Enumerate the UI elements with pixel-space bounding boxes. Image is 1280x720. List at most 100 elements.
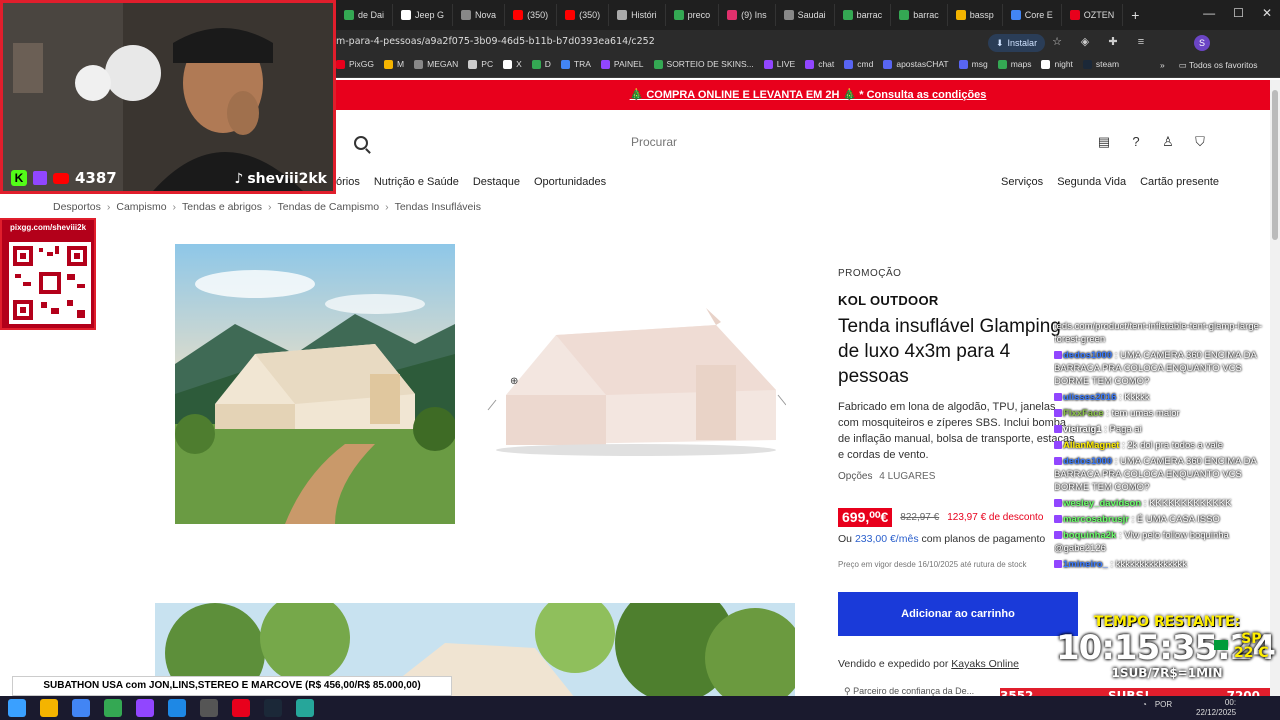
maximize-icon[interactable]: ☐ [1233, 6, 1244, 20]
browser-tab[interactable]: Saudai [776, 4, 835, 26]
tab-favicon-icon [955, 10, 966, 20]
nav-item[interactable]: Oportunidades [534, 176, 606, 188]
puzzle-icon[interactable]: ✚ [1106, 35, 1120, 49]
windows-start-icon[interactable] [8, 699, 26, 717]
close-icon[interactable]: ✕ [1262, 6, 1272, 20]
browser-tab[interactable]: OZTEN [1062, 4, 1124, 26]
product-image-secondary[interactable]: ⊕ [486, 300, 787, 460]
search-input[interactable] [380, 128, 928, 156]
bookmark-item[interactable]: msg [958, 59, 988, 69]
bookmark-label: PixGG [349, 59, 375, 69]
app-icon[interactable] [200, 699, 218, 717]
app-icon-2[interactable] [296, 699, 314, 717]
old-price: 822,97 € [900, 512, 940, 523]
language-indicator[interactable]: POR [1155, 700, 1172, 709]
browser-tab[interactable]: Históri [609, 4, 666, 26]
chat-message: dedos1000 : UMA CAMERA 360 ENCIMA DA BAR… [1054, 455, 1270, 494]
star-icon[interactable]: ☆ [1050, 35, 1064, 49]
new-tab-button[interactable]: + [1123, 7, 1147, 23]
profile-avatar[interactable]: S [1194, 35, 1210, 51]
system-clock[interactable]: 00: 22/12/2025 [1196, 698, 1236, 718]
add-to-cart-button[interactable]: Adicionar ao carrinho [838, 592, 1078, 636]
bookmark-item[interactable]: PixGG [336, 59, 374, 69]
nav-item[interactable]: Segunda Vida [1057, 176, 1126, 188]
breadcrumb-link[interactable]: Tendas de Campismo [278, 201, 380, 213]
page-scrollbar[interactable] [1270, 80, 1280, 700]
product-options[interactable]: Opções 4 LUGARES [838, 471, 1078, 482]
taskbar-apps [8, 699, 314, 717]
store-locator-icon[interactable]: ▤ [1096, 134, 1112, 150]
obs-icon[interactable] [136, 699, 154, 717]
bookmark-item[interactable]: chat [805, 59, 834, 69]
extension-icon[interactable]: ◈ [1078, 35, 1092, 49]
bookmark-item[interactable]: apostasCHAT [883, 59, 949, 69]
browser-tab[interactable]: (9) Ins [719, 4, 776, 26]
breadcrumb-link[interactable]: Tendas e abrigos [182, 201, 262, 213]
chrome-icon[interactable] [104, 699, 122, 717]
chat-message: ulisses2016 : Kkkkk [1054, 391, 1270, 404]
bookmark-item[interactable]: night [1041, 59, 1073, 69]
store-icon[interactable] [72, 699, 90, 717]
bookmark-item[interactable]: TRA [560, 59, 591, 69]
breadcrumb-link[interactable]: Campismo [116, 201, 166, 213]
minimize-icon[interactable]: — [1203, 6, 1215, 20]
bookmark-item[interactable]: SORTEIO DE SKINS... [653, 59, 754, 69]
steam-icon[interactable] [264, 699, 282, 717]
account-icon[interactable]: ♙ [1160, 134, 1176, 150]
promo-banner[interactable]: 🎄 COMPRA ONLINE E LEVANTA EM 2H 🎄 * Cons… [336, 80, 1280, 110]
scrollbar-thumb[interactable] [1272, 90, 1278, 240]
bookmark-item[interactable]: MEGAN [414, 59, 458, 69]
reading-list-icon[interactable]: ≡ [1134, 35, 1148, 49]
seller-link[interactable]: Kayaks Online [951, 658, 1019, 670]
cart-icon[interactable]: ⛉ [1192, 134, 1208, 150]
browser-tab[interactable]: Jeep G [393, 4, 454, 26]
bookmark-item[interactable]: PC [468, 59, 493, 69]
twitch-icon [33, 171, 47, 185]
install-button[interactable]: ⬇ Instalar [988, 34, 1046, 52]
tab-title: Jeep G [415, 10, 445, 20]
bookmark-item[interactable]: LIVE [763, 59, 795, 69]
bookmark-item[interactable]: M [384, 59, 404, 69]
bookmarks-more-button[interactable]: » [1160, 60, 1165, 71]
bookmark-favicon-icon [503, 59, 513, 69]
nav-item[interactable]: Cartão presente [1140, 176, 1219, 188]
recorder-icon[interactable] [232, 699, 250, 717]
browser-tab[interactable]: (350) [557, 4, 610, 26]
url-field[interactable]: m-para-4-pessoas/a9a2f075-3b09-46d5-b11b… [336, 36, 655, 47]
chat-username: dedos1000 [1063, 456, 1113, 467]
browser-tab[interactable]: Nova [453, 4, 506, 26]
bookmark-item[interactable]: cmd [844, 59, 873, 69]
browser-tab[interactable]: barrac [891, 4, 948, 26]
help-icon[interactable]: ? [1128, 134, 1144, 150]
browser-tab[interactable]: bassp [948, 4, 1003, 26]
tab-favicon-icon [461, 10, 472, 20]
kick-icon: K [11, 170, 27, 186]
bookmark-item[interactable]: steam [1082, 59, 1119, 69]
nav-item[interactable]: Nutrição e Saúde [374, 176, 459, 188]
chat-username: marcosabrusjr [1063, 514, 1130, 525]
bookmark-item[interactable]: maps [997, 59, 1031, 69]
bookmark-item[interactable]: PAINEL [600, 59, 644, 69]
product-image-main[interactable] [175, 244, 455, 524]
installment-value[interactable]: 233,00 €/mês [855, 533, 919, 545]
browser-tab[interactable]: preco [666, 4, 720, 26]
weather-temp: 22 C [1234, 645, 1269, 661]
nav-item[interactable]: órios [336, 176, 360, 188]
nav-item[interactable]: Destaque [473, 176, 520, 188]
breadcrumb-link[interactable]: Tendas Insufláveis [395, 201, 481, 213]
vscode-icon[interactable] [168, 699, 186, 717]
breadcrumb-link[interactable]: Desportos [53, 201, 101, 213]
search-icon[interactable] [354, 136, 368, 150]
browser-tab[interactable]: Core E [1003, 4, 1062, 26]
wifi-icon[interactable]: ◔ [1142, 700, 1147, 709]
browser-tab[interactable]: barrac [835, 4, 892, 26]
browser-tab[interactable]: (350) [505, 4, 558, 26]
file-explorer-icon[interactable] [40, 699, 58, 717]
chat-username: ulisses2016 [1063, 392, 1117, 403]
browser-tab[interactable]: de Dai [336, 4, 394, 26]
all-favorites-link[interactable]: ▭ Todos os favoritos [1179, 60, 1258, 71]
bookmark-item[interactable]: D [531, 59, 551, 69]
product-brand[interactable]: KOL OUTDOOR [838, 293, 1078, 308]
nav-item[interactable]: Serviços [1001, 176, 1043, 188]
bookmark-item[interactable]: X [503, 59, 522, 69]
